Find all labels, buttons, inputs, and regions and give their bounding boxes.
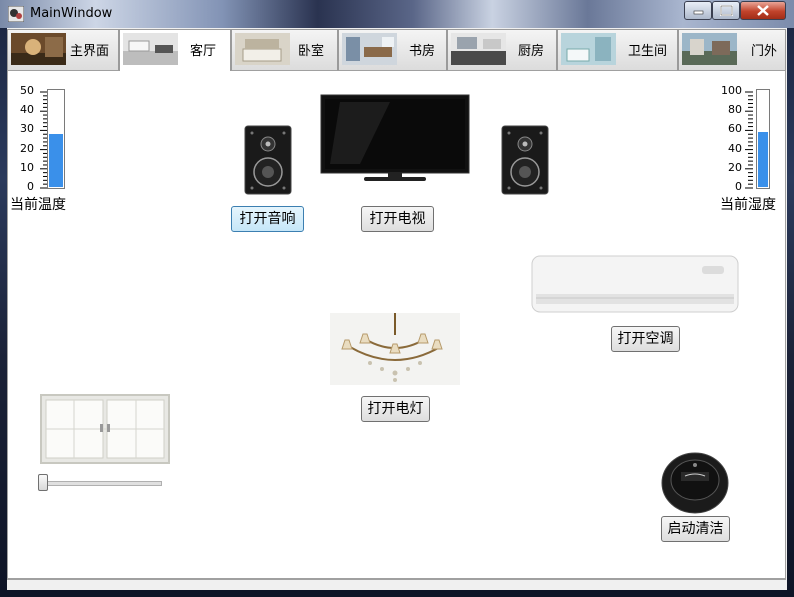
humidity-scale: 100 80 60 40 20 0 bbox=[712, 84, 742, 193]
outdoor-thumbnail bbox=[682, 33, 737, 65]
humidity-bar bbox=[756, 89, 770, 189]
tab-bedroom[interactable]: 卧室 bbox=[231, 29, 338, 71]
humidity-scale-label: 40 bbox=[728, 141, 742, 155]
window-image bbox=[40, 394, 170, 464]
humidity-gauge: 100 80 60 40 20 0 bbox=[712, 84, 782, 193]
robot-vacuum-image bbox=[659, 452, 731, 514]
humidity-caption: 当前湿度 bbox=[720, 197, 776, 213]
maximize-button[interactable] bbox=[712, 1, 740, 20]
window-slider[interactable] bbox=[38, 474, 162, 492]
toggle-light-button[interactable]: 打开电灯 bbox=[361, 396, 430, 422]
tab-bathroom[interactable]: 卫生间 bbox=[557, 29, 678, 71]
minimize-icon bbox=[693, 10, 704, 15]
tv-image bbox=[320, 94, 470, 184]
slider-track bbox=[40, 481, 162, 486]
right-speaker-image bbox=[500, 124, 550, 196]
temperature-scale-label: 50 bbox=[20, 84, 34, 97]
humidity-tick-marks bbox=[745, 91, 753, 189]
tab-outdoor-label: 门外 bbox=[751, 44, 778, 59]
tab-main[interactable]: 主界面 bbox=[7, 29, 119, 71]
temperature-fill bbox=[49, 134, 63, 187]
close-icon bbox=[757, 5, 769, 16]
slider-handle[interactable] bbox=[38, 474, 48, 491]
temperature-scale-label: 30 bbox=[20, 122, 34, 136]
app-icon bbox=[7, 5, 25, 23]
kitchen-thumbnail bbox=[451, 33, 506, 65]
maximize-icon bbox=[720, 5, 733, 16]
study-thumbnail bbox=[342, 33, 397, 65]
temperature-scale: 50 40 30 20 10 0 bbox=[4, 84, 34, 193]
tab-main-label: 主界面 bbox=[70, 44, 110, 59]
temperature-tick-marks bbox=[40, 91, 48, 189]
humidity-scale-label: 0 bbox=[735, 180, 742, 193]
temperature-caption: 当前温度 bbox=[10, 197, 66, 213]
tab-bedroom-label: 卧室 bbox=[298, 44, 325, 59]
tab-study-label: 书房 bbox=[409, 44, 436, 59]
toggle-ac-button[interactable]: 打开空调 bbox=[611, 326, 680, 352]
temperature-scale-label: 20 bbox=[20, 141, 34, 155]
bedroom-thumbnail bbox=[235, 33, 290, 65]
tab-outdoor[interactable]: 门外 bbox=[678, 29, 786, 71]
status-bar bbox=[7, 579, 786, 590]
start-cleaning-button[interactable]: 启动清洁 bbox=[661, 516, 730, 542]
close-button[interactable] bbox=[740, 1, 786, 20]
minimize-button[interactable] bbox=[684, 1, 712, 20]
humidity-scale-label: 80 bbox=[728, 103, 742, 117]
title-bar[interactable]: MainWindow bbox=[0, 0, 794, 28]
tab-kitchen[interactable]: 厨房 bbox=[447, 29, 557, 71]
humidity-scale-label: 100 bbox=[721, 84, 742, 97]
temperature-bar bbox=[47, 89, 65, 189]
left-speaker-image bbox=[243, 124, 293, 196]
temperature-scale-label: 40 bbox=[20, 103, 34, 117]
humidity-fill bbox=[758, 132, 768, 187]
chandelier-image bbox=[330, 313, 460, 385]
humidity-scale-label: 20 bbox=[728, 160, 742, 174]
tab-study[interactable]: 书房 bbox=[338, 29, 447, 71]
tab-living-room[interactable]: 客厅 bbox=[119, 29, 231, 72]
tab-living-room-label: 客厅 bbox=[190, 44, 217, 59]
temperature-scale-label: 0 bbox=[27, 180, 34, 193]
bathroom-thumbnail bbox=[561, 33, 616, 65]
air-conditioner-image bbox=[530, 254, 740, 315]
humidity-scale-label: 60 bbox=[728, 122, 742, 136]
toggle-speaker-button[interactable]: 打开音响 bbox=[231, 206, 304, 232]
window-title: MainWindow bbox=[30, 6, 113, 21]
temperature-gauge: 50 40 30 20 10 0 bbox=[4, 84, 74, 193]
living-room-thumbnail bbox=[123, 33, 178, 65]
tab-bathroom-label: 卫生间 bbox=[628, 44, 668, 59]
main-thumbnail bbox=[11, 33, 66, 65]
tab-kitchen-label: 厨房 bbox=[518, 44, 545, 59]
temperature-scale-label: 10 bbox=[20, 160, 34, 174]
toggle-tv-button[interactable]: 打开电视 bbox=[361, 206, 434, 232]
